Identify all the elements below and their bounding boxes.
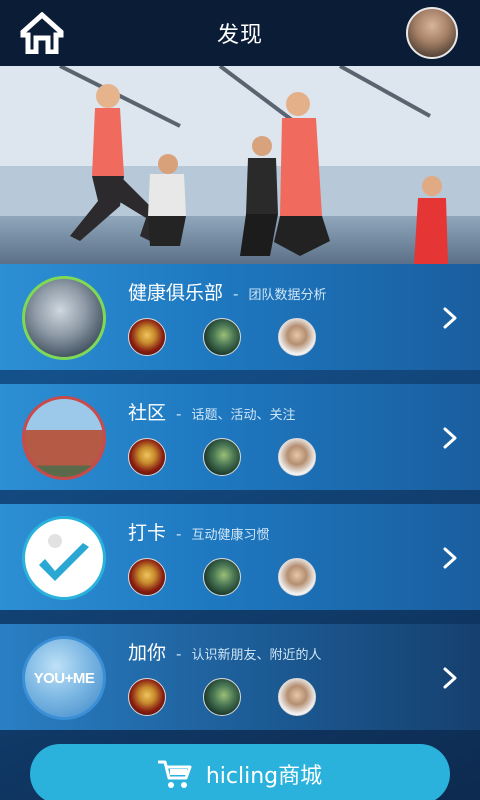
row-title-line: 社区 - 话题、活动、关注	[128, 398, 295, 425]
row-title: 打卡	[128, 522, 167, 544]
member-avatar[interactable]	[203, 678, 241, 716]
member-avatar[interactable]	[278, 558, 316, 596]
member-avatar[interactable]	[278, 678, 316, 716]
member-avatars	[128, 318, 316, 356]
member-avatar[interactable]	[128, 318, 166, 356]
member-avatar[interactable]	[203, 438, 241, 476]
list-item-add-friend[interactable]: YOU+ME 加你 - 认识新朋友、附近的人	[0, 624, 480, 730]
member-avatars	[128, 438, 316, 476]
row-title-line: 打卡 - 互动健康习惯	[128, 518, 269, 545]
member-avatar[interactable]	[128, 678, 166, 716]
checkmark-photo	[22, 516, 106, 600]
member-avatar[interactable]	[278, 438, 316, 476]
member-avatars	[128, 678, 316, 716]
list-item-checkin[interactable]: 打卡 - 互动健康习惯	[0, 504, 480, 610]
row-subtitle: 话题、活动、关注	[191, 408, 296, 423]
row-separator: -	[176, 405, 182, 423]
row-separator: -	[233, 285, 239, 303]
chevron-right-icon[interactable]	[440, 426, 460, 450]
row-title-line: 加你 - 认识新朋友、附近的人	[128, 638, 321, 665]
chevron-right-icon[interactable]	[440, 666, 460, 690]
row-title-line: 健康俱乐部 - 团队数据分析	[128, 278, 326, 305]
member-avatar[interactable]	[203, 318, 241, 356]
member-avatar[interactable]	[128, 438, 166, 476]
member-avatar[interactable]	[278, 318, 316, 356]
you-plus-me-badge: YOU+ME	[33, 669, 95, 687]
member-avatars	[128, 558, 316, 596]
row-subtitle: 认识新朋友、附近的人	[191, 648, 322, 663]
row-subtitle: 互动健康习惯	[191, 528, 270, 543]
cart-icon	[157, 760, 192, 788]
house-photo	[22, 396, 106, 480]
you-plus-me-photo: YOU+ME	[22, 636, 106, 720]
row-subtitle: 团队数据分析	[248, 288, 327, 303]
chevron-right-icon[interactable]	[440, 306, 460, 330]
page-title: 发现	[216, 23, 263, 48]
chevron-right-icon[interactable]	[440, 546, 460, 570]
row-separator: -	[176, 525, 182, 543]
row-title: 加你	[128, 642, 167, 664]
top-bar: 发现	[0, 0, 480, 66]
shop-button[interactable]: hicling商城	[30, 744, 450, 800]
list-item-community[interactable]: 社区 - 话题、活动、关注	[0, 384, 480, 490]
row-separator: -	[176, 645, 182, 663]
home-icon[interactable]	[20, 11, 64, 55]
row-title: 健康俱乐部	[128, 282, 224, 304]
member-avatar[interactable]	[203, 558, 241, 596]
club-photo	[22, 276, 106, 360]
list-item-health-club[interactable]: 健康俱乐部 - 团队数据分析	[0, 264, 480, 370]
shop-label: hicling商城	[205, 764, 323, 789]
banner-image	[0, 66, 480, 264]
row-title: 社区	[128, 402, 167, 424]
user-avatar[interactable]	[406, 7, 458, 59]
member-avatar[interactable]	[128, 558, 166, 596]
